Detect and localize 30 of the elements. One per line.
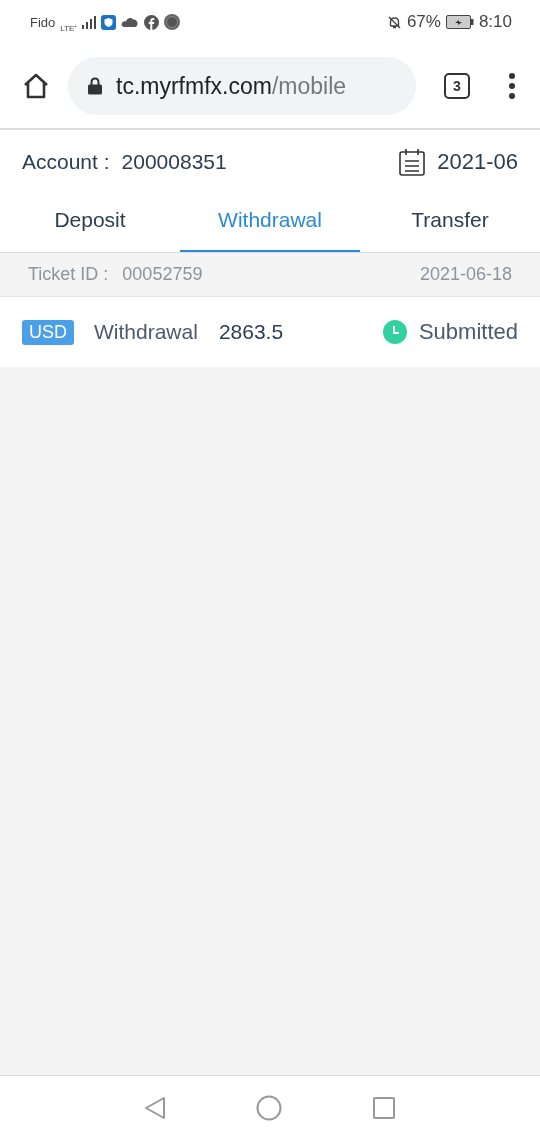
- clock-time: 8:10: [478, 12, 512, 32]
- battery-percent: 67%: [406, 12, 441, 32]
- account-number: 200008351: [121, 150, 227, 174]
- ticket-row[interactable]: USD Withdrawal 2863.5 Submitted: [0, 297, 540, 367]
- shield-app-icon: [101, 14, 117, 30]
- ticket-date: 2021-06-18: [419, 264, 512, 285]
- lock-icon: [88, 77, 102, 95]
- more-menu-icon[interactable]: [508, 72, 516, 100]
- cloud-icon: [121, 16, 140, 28]
- calendar-icon: [399, 148, 426, 176]
- facebook-icon: [144, 14, 160, 30]
- address-bar[interactable]: tc.myrfmfx.com/mobile: [68, 57, 416, 115]
- ticket-amount: 2863.5: [218, 320, 284, 344]
- signal-icon: [82, 15, 97, 29]
- ticket-type: Withdrawal: [94, 320, 198, 344]
- network-type: LTE⁺: [60, 22, 78, 33]
- url-text: tc.myrfmfx.com/mobile: [116, 72, 347, 100]
- carrier-name: Fido: [30, 14, 56, 30]
- ticket-id: 00052759: [122, 264, 203, 285]
- battery-icon: [445, 15, 474, 29]
- currency-badge: USD: [22, 319, 74, 345]
- bell-off-icon: [386, 14, 402, 30]
- tab-count-button[interactable]: 3: [444, 73, 470, 99]
- home-icon[interactable]: [22, 72, 50, 100]
- ticket-id-label: Ticket ID :: [28, 264, 109, 285]
- month-picker[interactable]: 2021-06: [399, 148, 518, 176]
- back-icon[interactable]: [144, 1096, 166, 1120]
- account-label: Account :: [22, 150, 110, 174]
- recents-icon[interactable]: [372, 1096, 396, 1120]
- ticket-status: Submitted: [418, 319, 518, 345]
